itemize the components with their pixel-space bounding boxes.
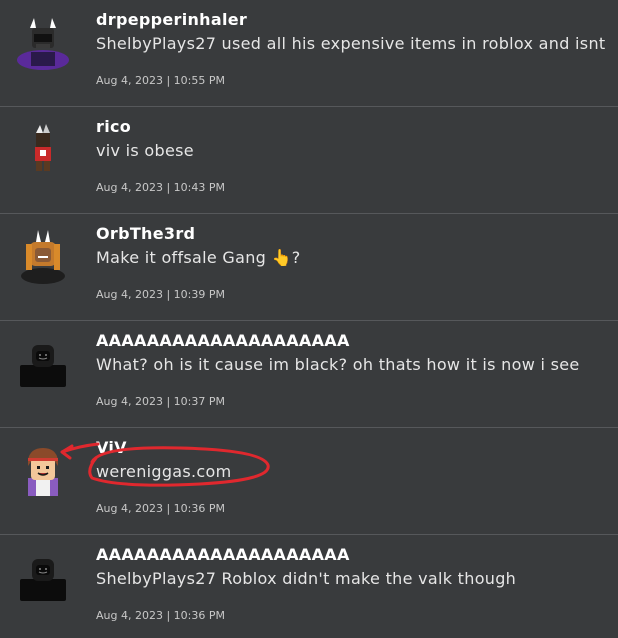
comment-item: drpepperinhaler ShelbyPlays27 used all h… [0, 0, 618, 107]
red-shirt-avatar-icon[interactable] [16, 123, 70, 177]
comment-username[interactable]: drpepperinhaler [96, 10, 247, 29]
comment-timestamp: Aug 4, 2023 | 10:37 PM [96, 395, 225, 408]
comment-text: Make it offsale Gang 👆? [96, 248, 301, 267]
comment-item: rico viv is obese Aug 4, 2023 | 10:43 PM [0, 107, 618, 214]
comment-item: ViV wereniggas.com Aug 4, 2023 | 10:36 P… [0, 428, 618, 535]
comment-text: wereniggas.com [96, 462, 232, 481]
comment-username[interactable]: OrbThe3rd [96, 224, 195, 243]
comment-username[interactable]: ViV [96, 438, 127, 457]
dreadlock-avatar-icon[interactable] [16, 230, 70, 284]
black-hooded-avatar-icon[interactable] [16, 337, 70, 391]
comment-text: viv is obese [96, 141, 194, 160]
comment-timestamp: Aug 4, 2023 | 10:39 PM [96, 288, 225, 301]
purple-caped-avatar-icon[interactable] [16, 16, 70, 70]
comment-timestamp: Aug 4, 2023 | 10:55 PM [96, 74, 225, 87]
black-hooded-avatar-icon[interactable] [16, 551, 70, 605]
comment-item: AAAAAAAAAAAAAAAAAAAA ShelbyPlays27 Roblo… [0, 535, 618, 638]
comment-text: What? oh is it cause im black? oh thats … [96, 355, 580, 374]
comment-text: ShelbyPlays27 Roblox didn't make the val… [96, 569, 517, 588]
comment-username[interactable]: AAAAAAAAAAAAAAAAAAAA [96, 545, 350, 564]
comment-username[interactable]: AAAAAAAAAAAAAAAAAAAA [96, 331, 350, 350]
comment-timestamp: Aug 4, 2023 | 10:36 PM [96, 609, 225, 622]
comment-timestamp: Aug 4, 2023 | 10:43 PM [96, 181, 225, 194]
comment-item: AAAAAAAAAAAAAAAAAAAA What? oh is it caus… [0, 321, 618, 428]
comment-item: OrbThe3rd Make it offsale Gang 👆? Aug 4,… [0, 214, 618, 321]
brown-hair-avatar-icon[interactable] [16, 444, 70, 498]
comment-list: drpepperinhaler ShelbyPlays27 used all h… [0, 0, 618, 638]
comment-text: ShelbyPlays27 used all his expensive ite… [96, 34, 606, 53]
comment-username[interactable]: rico [96, 117, 131, 136]
comment-timestamp: Aug 4, 2023 | 10:36 PM [96, 502, 225, 515]
